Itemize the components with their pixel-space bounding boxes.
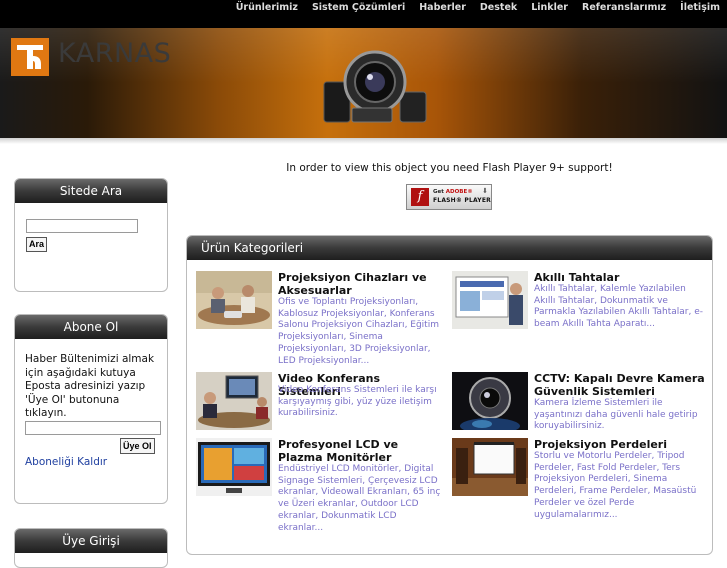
nav-item-support[interactable]: Destek bbox=[473, 0, 524, 16]
search-box-title: Sitede Ara bbox=[15, 179, 167, 203]
lcd-monitor-photo[interactable] bbox=[196, 438, 272, 496]
smartboard-photo[interactable] bbox=[452, 271, 528, 329]
flash-get-label: Get ADOBE® bbox=[433, 189, 473, 196]
category-description: Storlu ve Motorlu Perdeler, Tripod Perde… bbox=[534, 451, 697, 520]
search-box: Sitede Ara Ara bbox=[14, 178, 168, 292]
subscribe-box-title: Abone Ol bbox=[15, 315, 167, 339]
camera-lens-graphic bbox=[323, 50, 427, 123]
unsubscribe-link[interactable]: Aboneliği Kaldır bbox=[25, 456, 107, 468]
product-categories-panel: Ürün Kategorileri Projeksiyon Cihazları … bbox=[186, 235, 713, 555]
flash-adobe-word: ADOBE® bbox=[445, 189, 473, 195]
nav-item-solutions[interactable]: Sistem Çözümleri bbox=[305, 0, 412, 16]
top-navigation: Ürünlerimiz Sistem Çözümleri Haberler De… bbox=[0, 0, 727, 28]
search-input[interactable] bbox=[26, 219, 138, 233]
category-item[interactable]: Akıllı Tahtalar Akıllı Tahtalar, Kalemle… bbox=[452, 271, 707, 371]
category-title[interactable]: Akıllı Tahtalar bbox=[534, 271, 704, 284]
login-box-title: Üye Girişi bbox=[15, 529, 167, 553]
category-item[interactable]: Projeksiyon Cihazları ve Aksesuarlar Ofi… bbox=[196, 271, 446, 371]
category-title[interactable]: CCTV: Kapalı Devre Kamera Güvenlik Siste… bbox=[534, 372, 706, 398]
category-description: Endüstriyel LCD Monitörler, Digital Sign… bbox=[278, 464, 441, 533]
nav-item-links[interactable]: Linkler bbox=[524, 0, 575, 16]
header-banner: KARNAS bbox=[0, 28, 727, 138]
subscribe-button[interactable]: Üye Ol bbox=[120, 438, 155, 454]
category-title[interactable]: Projeksiyon Perdeleri bbox=[534, 438, 704, 451]
category-item[interactable]: Video Konferans Sistemleri Video Konfera… bbox=[196, 372, 446, 436]
cctv-camera-photo[interactable] bbox=[452, 372, 528, 430]
category-description: Akıllı Tahtalar, Kalemle Yazılabilen Akı… bbox=[534, 284, 704, 330]
nav-item-products[interactable]: Ürünlerimiz bbox=[229, 0, 305, 16]
projection-screen-photo[interactable] bbox=[452, 438, 528, 496]
flash-player-label: FLASH® PLAYER bbox=[433, 197, 491, 204]
flash-required-message: In order to view this object you need Fl… bbox=[286, 162, 613, 174]
nav-item-contact[interactable]: İletişim bbox=[673, 0, 727, 16]
meeting-projector-photo[interactable] bbox=[196, 271, 272, 329]
download-arrow-icon: ⬇ bbox=[482, 187, 488, 195]
category-description: Kamera İzleme Sistemleri ile yaşantınızı… bbox=[534, 398, 698, 432]
video-conference-photo[interactable] bbox=[196, 372, 272, 430]
logo-icon[interactable] bbox=[11, 38, 49, 76]
get-flash-player-button[interactable]: f Get ADOBE® FLASH® PLAYER ⬇ bbox=[406, 184, 492, 210]
category-item[interactable]: Projeksiyon Perdeleri Storlu ve Motorlu … bbox=[452, 438, 707, 528]
category-title[interactable]: Profesyonel LCD ve Plazma Monitörler bbox=[278, 438, 444, 464]
category-title[interactable]: Projeksiyon Cihazları ve Aksesuarlar bbox=[278, 271, 438, 297]
email-field[interactable] bbox=[25, 421, 161, 435]
flash-logo-icon: f bbox=[411, 188, 429, 206]
flash-get-word: Get bbox=[433, 189, 444, 195]
nav-menu: Ürünlerimiz Sistem Çözümleri Haberler De… bbox=[229, 0, 727, 16]
subscribe-box: Abone Ol Haber Bültenimizi almak için aş… bbox=[14, 314, 168, 504]
brand-name[interactable]: KARNAS bbox=[58, 38, 171, 69]
nav-item-news[interactable]: Haberler bbox=[412, 0, 473, 16]
category-item[interactable]: CCTV: Kapalı Devre Kamera Güvenlik Siste… bbox=[452, 372, 707, 436]
login-box: Üye Girişi bbox=[14, 528, 168, 568]
category-description: Video Konferans Sistemleri ile karşı kar… bbox=[278, 385, 437, 419]
nav-item-references[interactable]: Referanslarımız bbox=[575, 0, 673, 16]
category-item[interactable]: Profesyonel LCD ve Plazma Monitörler End… bbox=[196, 438, 446, 533]
subscribe-instructions: Haber Bültenimizi almak için aşağıdaki k… bbox=[25, 353, 155, 419]
search-button[interactable]: Ara bbox=[26, 237, 48, 252]
product-categories-title: Ürün Kategorileri bbox=[187, 236, 712, 260]
category-description: Ofis ve Toplantı Projeksiyonları, Kablos… bbox=[278, 297, 439, 366]
banner-base-strip bbox=[0, 138, 727, 144]
